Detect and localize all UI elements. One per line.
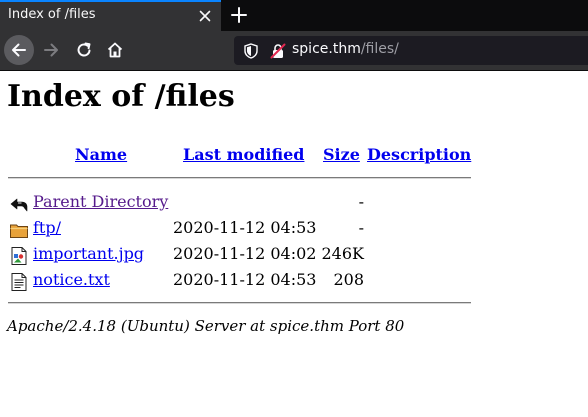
notice-txt-link[interactable]: notice.txt bbox=[33, 270, 110, 289]
navigation-toolbar: spice.thm/files/ bbox=[0, 31, 588, 71]
forward-arrow-icon bbox=[44, 43, 58, 57]
sort-by-size-link[interactable]: Size bbox=[323, 145, 360, 164]
tab-title: Index of /files bbox=[8, 7, 96, 22]
sort-by-description-link[interactable]: Description bbox=[367, 145, 471, 164]
tracking-protection-shield-icon[interactable] bbox=[244, 43, 258, 63]
row-date: 2020-11-12 04:53 bbox=[173, 218, 317, 237]
header-divider bbox=[8, 177, 471, 179]
back-icon bbox=[9, 194, 29, 214]
insecure-lock-icon[interactable] bbox=[270, 43, 286, 63]
reload-button[interactable] bbox=[69, 35, 99, 65]
reload-icon bbox=[77, 42, 91, 57]
ftp-folder-link[interactable]: ftp/ bbox=[33, 218, 61, 237]
directory-listing-page: Index of /files Name Last modified Size … bbox=[0, 71, 588, 417]
sort-by-name-link[interactable]: Name bbox=[75, 145, 127, 164]
row-date: 2020-11-12 04:53 bbox=[173, 270, 317, 289]
folder-icon bbox=[9, 220, 29, 240]
forward-button[interactable] bbox=[36, 35, 66, 65]
parent-directory-link[interactable]: Parent Directory bbox=[33, 192, 168, 211]
table-row: notice.txt 2020-11-12 04:53 208 bbox=[0, 269, 588, 293]
text-file-icon bbox=[9, 272, 29, 292]
tab-strip: Index of /files bbox=[0, 0, 588, 31]
url-path: /files/ bbox=[360, 41, 399, 57]
important-jpg-link[interactable]: important.jpg bbox=[33, 244, 144, 263]
url-host: spice.thm bbox=[292, 41, 361, 57]
row-size: 208 bbox=[333, 270, 364, 289]
url-text[interactable]: spice.thm/files/ bbox=[292, 41, 399, 57]
browser-tab[interactable]: Index of /files bbox=[0, 0, 221, 31]
row-date: 2020-11-12 04:02 bbox=[173, 244, 317, 263]
url-bar[interactable]: spice.thm/files/ bbox=[234, 36, 588, 65]
row-size: - bbox=[358, 218, 364, 237]
table-row: important.jpg 2020-11-12 04:02 246K bbox=[0, 243, 588, 267]
row-size: 246K bbox=[321, 244, 365, 263]
page-title: Index of /files bbox=[7, 79, 235, 114]
back-button[interactable] bbox=[4, 35, 34, 65]
server-signature: Apache/2.4.18 (Ubuntu) Server at spice.t… bbox=[7, 317, 405, 335]
home-button[interactable] bbox=[100, 35, 130, 65]
image-icon bbox=[9, 246, 29, 266]
row-size: - bbox=[358, 192, 364, 211]
back-arrow-icon bbox=[12, 43, 26, 57]
close-tab-icon[interactable] bbox=[197, 8, 213, 24]
sort-by-last-modified-link[interactable]: Last modified bbox=[183, 145, 304, 164]
table-row: ftp/ 2020-11-12 04:53 - bbox=[0, 217, 588, 241]
home-icon bbox=[107, 42, 123, 58]
table-row: Parent Directory - bbox=[0, 191, 588, 215]
footer-divider bbox=[8, 302, 471, 304]
new-tab-icon[interactable] bbox=[229, 5, 249, 25]
